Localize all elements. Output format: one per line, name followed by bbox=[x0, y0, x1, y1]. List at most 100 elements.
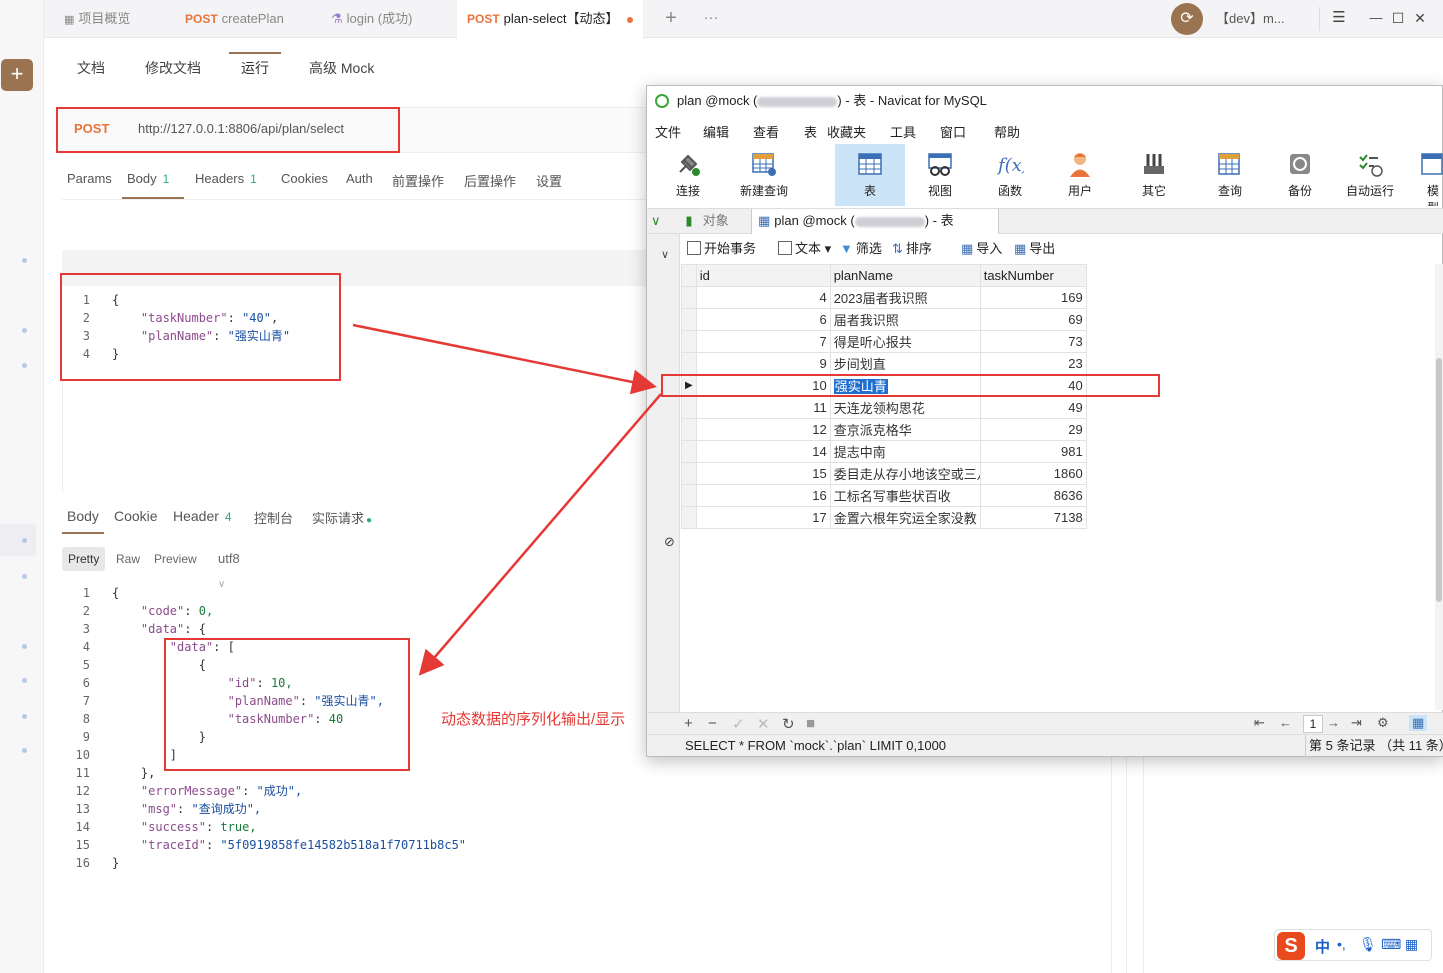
tab-console[interactable]: 控制台 bbox=[254, 508, 293, 527]
row-marker[interactable] bbox=[681, 462, 697, 485]
menu-view[interactable]: 查看 bbox=[753, 122, 779, 141]
cell-id[interactable]: 7 bbox=[695, 330, 831, 353]
cell-id[interactable]: 14 bbox=[695, 440, 831, 463]
sync-icon[interactable]: ⟳ bbox=[1171, 3, 1203, 35]
tool-new-query[interactable]: 新建查询 bbox=[729, 144, 799, 206]
cell-planname[interactable]: 届者我识照 bbox=[829, 308, 981, 331]
subtab-doc[interactable]: 文档 bbox=[77, 58, 105, 78]
tab-plan-select[interactable]: POST plan-select【动态】 bbox=[457, 0, 643, 38]
menu-edit[interactable]: 编辑 bbox=[703, 122, 729, 141]
grid-view-button[interactable]: ▦ bbox=[1409, 715, 1428, 731]
cell-planname[interactable]: 工标名写事些状百收 bbox=[829, 484, 981, 507]
stop-button[interactable]: ■ bbox=[806, 715, 815, 732]
raw-button[interactable]: Raw bbox=[110, 547, 146, 571]
table-row[interactable]: 17 金置六根年究运全家没教 7138 bbox=[681, 506, 1087, 529]
rail-dot[interactable] bbox=[22, 363, 27, 368]
sort-button[interactable]: ⇅ 排序 bbox=[892, 238, 932, 257]
microphone-icon[interactable]: 🎙 bbox=[1359, 936, 1377, 953]
rail-dot[interactable] bbox=[22, 714, 27, 719]
rail-dot[interactable] bbox=[22, 538, 27, 543]
add-record-button[interactable]: + bbox=[684, 715, 693, 732]
cell-tasknumber[interactable]: 7138 bbox=[979, 506, 1087, 529]
column-header-planname[interactable]: planName bbox=[829, 264, 981, 287]
ime-language-toggle[interactable]: 中 bbox=[1315, 936, 1330, 957]
cell-id[interactable]: 11 bbox=[695, 396, 831, 419]
row-marker[interactable] bbox=[681, 440, 697, 463]
first-page-button[interactable]: ⇤ bbox=[1254, 715, 1265, 731]
table-row[interactable]: 9 步间划直 23 bbox=[681, 352, 1087, 375]
cell-tasknumber[interactable]: 49 bbox=[979, 396, 1087, 419]
cell-tasknumber[interactable]: 69 bbox=[979, 308, 1087, 331]
cell-planname[interactable]: 天连龙领构思花 bbox=[829, 396, 981, 419]
cell-id[interactable]: 16 bbox=[695, 484, 831, 507]
discard-button[interactable]: ✕ bbox=[757, 715, 770, 733]
rail-selected-item[interactable] bbox=[0, 524, 36, 556]
import-button[interactable]: ▦ 导入 bbox=[961, 238, 1002, 257]
tab-response-body[interactable]: Body bbox=[67, 508, 99, 524]
row-marker[interactable] bbox=[681, 418, 697, 441]
tab-objects[interactable]: ▮ 对象 bbox=[667, 209, 747, 234]
tab-headers[interactable]: Headers 1 bbox=[195, 171, 257, 186]
menu-tools[interactable]: 工具 bbox=[890, 122, 916, 141]
tab-project-overview[interactable]: ▦ 项目概览 bbox=[64, 0, 130, 38]
next-page-button[interactable]: → bbox=[1327, 715, 1340, 730]
last-page-button[interactable]: ⇥ bbox=[1351, 715, 1362, 731]
row-marker[interactable] bbox=[681, 506, 697, 529]
tool-automation[interactable]: 自动运行 bbox=[1335, 144, 1405, 206]
close-button[interactable]: ✕ bbox=[1410, 0, 1430, 38]
menu-file[interactable]: 文件 bbox=[655, 122, 681, 141]
tool-other[interactable]: 其它 bbox=[1119, 144, 1189, 206]
tab-create-plan[interactable]: POST createPlan bbox=[185, 0, 284, 38]
cell-tasknumber[interactable]: 23 bbox=[979, 352, 1087, 375]
delete-record-button[interactable]: − bbox=[708, 715, 717, 732]
tab-auth[interactable]: Auth bbox=[346, 171, 373, 186]
minimize-button[interactable]: — bbox=[1366, 0, 1386, 38]
rail-dot[interactable] bbox=[22, 574, 27, 579]
begin-transaction-button[interactable]: 开始事务 bbox=[687, 238, 756, 257]
collapse-chevron-icon[interactable]: ∨ bbox=[661, 248, 669, 261]
keyboard-icon[interactable]: ⌨ bbox=[1381, 936, 1401, 953]
gear-icon[interactable]: ⚙ bbox=[1377, 715, 1389, 731]
url-input[interactable]: http://127.0.0.1:8806/api/plan/select bbox=[138, 121, 344, 136]
tab-settings[interactable]: 设置 bbox=[536, 171, 562, 190]
cell-planname[interactable]: 委目走从存小地该空或三八队 bbox=[829, 462, 981, 485]
table-row[interactable]: 6 届者我识照 69 bbox=[681, 308, 1087, 331]
tab-post-ops[interactable]: 后置操作 bbox=[464, 171, 516, 190]
cell-planname[interactable]: 提志中南 bbox=[829, 440, 981, 463]
tab-pre-ops[interactable]: 前置操作 bbox=[392, 171, 444, 190]
cell-tasknumber[interactable]: 8636 bbox=[979, 484, 1087, 507]
menu-icon[interactable]: ☰ bbox=[1328, 0, 1350, 38]
environment-select[interactable]: 【dev】m... bbox=[1216, 7, 1320, 31]
tool-table[interactable]: 表 bbox=[835, 144, 905, 206]
cell-planname[interactable]: 2023届者我识照 bbox=[829, 286, 981, 309]
maximize-button[interactable]: ☐ bbox=[1388, 0, 1408, 38]
cell-planname[interactable]: 得是听心报共 bbox=[829, 330, 981, 353]
table-row[interactable]: 14 提志中南 981 bbox=[681, 440, 1087, 463]
cell-planname[interactable]: 步间划直 bbox=[829, 352, 981, 375]
tab-plan-table[interactable]: ▦ plan @mock () - 表 bbox=[751, 209, 999, 234]
cell-planname[interactable]: 金置六根年究运全家没教 bbox=[829, 506, 981, 529]
cell-tasknumber[interactable]: 169 bbox=[979, 286, 1087, 309]
link-icon[interactable]: ⊘ bbox=[664, 534, 675, 550]
tab-response-cookie[interactable]: Cookie bbox=[114, 508, 158, 524]
cell-tasknumber[interactable]: 981 bbox=[979, 440, 1087, 463]
table-row[interactable]: 16 工标名写事些状百收 8636 bbox=[681, 484, 1087, 507]
cell-id[interactable]: 9 bbox=[695, 352, 831, 375]
scrollbar-thumb[interactable] bbox=[1436, 358, 1442, 602]
ime-punctuation-toggle[interactable]: •, bbox=[1337, 936, 1346, 952]
menu-table[interactable]: 表 bbox=[804, 122, 817, 141]
apply-button[interactable]: ✓ bbox=[732, 715, 745, 733]
cell-id[interactable]: 4 bbox=[695, 286, 831, 309]
column-header-tasknumber[interactable]: taskNumber bbox=[979, 264, 1087, 287]
menu-help[interactable]: 帮助 bbox=[994, 122, 1020, 141]
column-header-id[interactable]: id bbox=[695, 264, 831, 287]
rail-dot[interactable] bbox=[22, 258, 27, 263]
tab-response-header[interactable]: Header 4 bbox=[173, 508, 232, 524]
refresh-button[interactable]: ↻ bbox=[782, 715, 795, 733]
cell-tasknumber[interactable]: 29 bbox=[979, 418, 1087, 441]
cell-tasknumber[interactable]: 73 bbox=[979, 330, 1087, 353]
add-button[interactable]: + bbox=[1, 59, 33, 91]
rail-dot[interactable] bbox=[22, 748, 27, 753]
text-button[interactable]: 文本 ▾ bbox=[778, 238, 831, 257]
subtab-run[interactable]: 运行 bbox=[241, 58, 269, 78]
